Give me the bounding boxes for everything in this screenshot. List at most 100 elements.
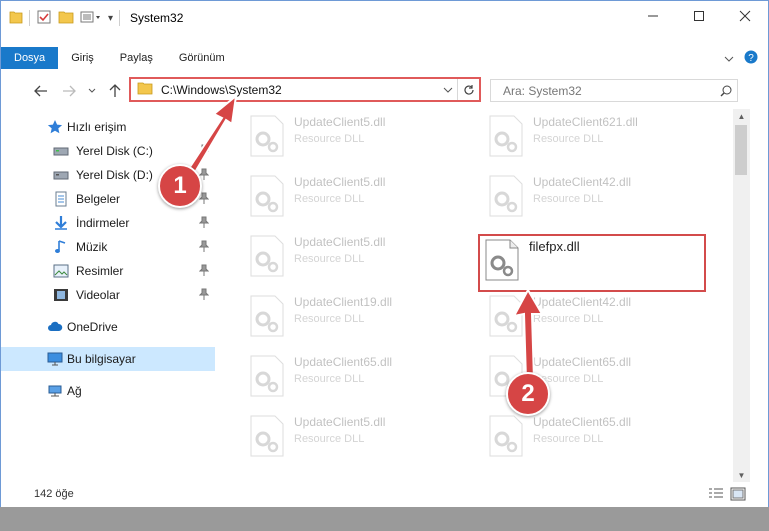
nav-label: Ağ bbox=[67, 384, 82, 398]
file-name: UpdateClient621.dll bbox=[533, 115, 638, 129]
folder-icon bbox=[137, 81, 153, 98]
tab-view[interactable]: Görünüm bbox=[166, 47, 238, 69]
pin-icon[interactable] bbox=[198, 216, 210, 231]
file-type: Resource DLL bbox=[294, 433, 365, 445]
file-item[interactable]: UpdateClient65.dll Resource DLL bbox=[488, 413, 708, 463]
back-button[interactable] bbox=[31, 81, 51, 101]
file-name: UpdateClient5.dll bbox=[294, 235, 386, 249]
file-type: Resource DLL bbox=[294, 373, 365, 385]
file-name: UpdateClient5.dll bbox=[294, 415, 386, 429]
nav-label: Yerel Disk (D:) bbox=[76, 168, 153, 182]
desktop-background bbox=[0, 507, 769, 531]
file-item[interactable]: UpdateClient19.dll Resource DLL bbox=[249, 293, 469, 343]
minimize-button[interactable] bbox=[630, 1, 676, 31]
vertical-scrollbar[interactable]: ▲ ▼ bbox=[733, 109, 750, 482]
file-type: Resource DLL bbox=[294, 313, 365, 325]
chevron-down-icon[interactable] bbox=[439, 86, 457, 94]
documents-icon bbox=[53, 191, 69, 207]
pin-icon[interactable] bbox=[198, 288, 210, 303]
file-name: UpdateClient42.dll bbox=[533, 175, 632, 189]
nav-downloads[interactable]: İndirmeler bbox=[1, 211, 215, 235]
nav-videos[interactable]: Videolar bbox=[1, 283, 215, 307]
file-item[interactable]: UpdateClient621.dll Resource DLL bbox=[488, 113, 708, 163]
computer-icon bbox=[47, 351, 63, 367]
scroll-down-arrow-icon[interactable]: ▼ bbox=[733, 468, 750, 482]
maximize-icon bbox=[694, 11, 704, 21]
properties-icon[interactable] bbox=[36, 9, 52, 28]
explorer-window: ▾ System32 Dosya Giriş Paylaş Görünüm ? … bbox=[0, 0, 769, 531]
nav-label: OneDrive bbox=[67, 320, 118, 334]
search-box[interactable]: Ara: System32 bbox=[490, 79, 738, 102]
nav-local-disk-c[interactable]: Yerel Disk (C:) bbox=[1, 139, 215, 163]
dll-file-icon bbox=[249, 415, 285, 457]
nav-label: İndirmeler bbox=[76, 216, 130, 230]
file-item[interactable]: UpdateClient5.dll Resource DLL bbox=[249, 413, 469, 463]
maximize-button[interactable] bbox=[676, 1, 722, 31]
status-bar: 142 öğe bbox=[1, 482, 768, 506]
ribbon-tabs: Dosya Giriş Paylaş Görünüm ? bbox=[1, 47, 768, 69]
file-item[interactable]: UpdateClient5.dll Resource DLL bbox=[249, 173, 469, 223]
dll-file-icon bbox=[249, 295, 285, 337]
up-button[interactable] bbox=[105, 81, 125, 101]
scroll-up-arrow-icon[interactable]: ▲ bbox=[733, 109, 750, 123]
file-name: UpdateClient5.dll bbox=[294, 115, 386, 129]
nav-pictures[interactable]: Resimler bbox=[1, 259, 215, 283]
tab-home[interactable]: Giriş bbox=[58, 47, 107, 69]
dll-file-icon bbox=[249, 235, 285, 277]
chevron-down-icon[interactable]: ▾ bbox=[108, 13, 113, 24]
file-item[interactable]: UpdateClient65.dll Resource DLL bbox=[249, 353, 469, 403]
tab-share[interactable]: Paylaş bbox=[107, 47, 166, 69]
nav-label: Belgeler bbox=[76, 192, 121, 206]
forward-button[interactable] bbox=[59, 81, 79, 101]
large-icons-view-icon[interactable] bbox=[730, 487, 746, 504]
recent-locations-button[interactable] bbox=[85, 81, 99, 101]
nav-label: Resimler bbox=[76, 264, 124, 278]
pin-icon[interactable] bbox=[198, 192, 210, 207]
file-item[interactable]: UpdateClient5.dll Resource DLL bbox=[249, 113, 469, 163]
close-icon bbox=[739, 10, 751, 22]
minimize-icon bbox=[648, 15, 658, 17]
file-type: Resource DLL bbox=[294, 193, 365, 205]
address-row: C:\Windows\System32 Ara: System32 bbox=[1, 75, 768, 107]
dll-file-icon bbox=[488, 415, 524, 457]
close-button[interactable] bbox=[722, 1, 768, 31]
network-icon bbox=[47, 383, 63, 399]
file-name: UpdateClient19.dll bbox=[294, 295, 393, 309]
arrow-right-icon bbox=[63, 85, 76, 97]
pin-icon[interactable] bbox=[198, 264, 210, 279]
file-item[interactable]: UpdateClient42.dll Resource DLL bbox=[488, 293, 708, 343]
refresh-button[interactable] bbox=[457, 79, 479, 100]
pictures-icon bbox=[53, 263, 69, 279]
nav-this-pc[interactable]: Bu bilgisayar bbox=[1, 347, 215, 371]
nav-label: Bu bilgisayar bbox=[67, 352, 136, 366]
nav-network[interactable]: Ağ bbox=[1, 379, 215, 403]
file-list: UpdateClient5.dll Resource DLL UpdateCli… bbox=[216, 111, 732, 481]
search-input[interactable]: Ara: System32 bbox=[503, 84, 715, 98]
help-icon[interactable]: ? bbox=[744, 50, 758, 67]
address-path[interactable]: C:\Windows\System32 bbox=[161, 83, 439, 97]
cloud-icon bbox=[47, 319, 63, 335]
scrollbar-thumb[interactable] bbox=[735, 125, 747, 175]
nav-onedrive[interactable]: OneDrive bbox=[1, 315, 215, 339]
drive-icon bbox=[53, 143, 69, 159]
address-bar[interactable]: C:\Windows\System32 bbox=[129, 77, 481, 102]
file-type: Resource DLL bbox=[533, 133, 604, 145]
pin-icon[interactable] bbox=[198, 240, 210, 255]
customize-toolbar-icon[interactable] bbox=[80, 9, 102, 28]
tab-file[interactable]: Dosya bbox=[1, 47, 59, 69]
nav-music[interactable]: Müzik bbox=[1, 235, 215, 259]
nav-label: Müzik bbox=[76, 240, 108, 254]
new-folder-icon[interactable] bbox=[58, 9, 74, 28]
pin-icon[interactable] bbox=[198, 144, 210, 159]
music-icon bbox=[53, 239, 69, 255]
details-view-icon[interactable] bbox=[708, 487, 724, 504]
file-item[interactable]: UpdateClient5.dll Resource DLL bbox=[249, 233, 469, 283]
download-icon bbox=[53, 215, 69, 231]
file-type: Resource DLL bbox=[294, 133, 365, 145]
drive-icon bbox=[53, 167, 69, 183]
file-item[interactable]: UpdateClient42.dll Resource DLL bbox=[488, 173, 708, 223]
refresh-icon bbox=[463, 84, 474, 95]
nav-quick-access[interactable]: Hızlı erişim bbox=[1, 115, 215, 139]
expand-ribbon-icon[interactable] bbox=[724, 52, 734, 66]
arrow-up-icon bbox=[109, 84, 121, 97]
